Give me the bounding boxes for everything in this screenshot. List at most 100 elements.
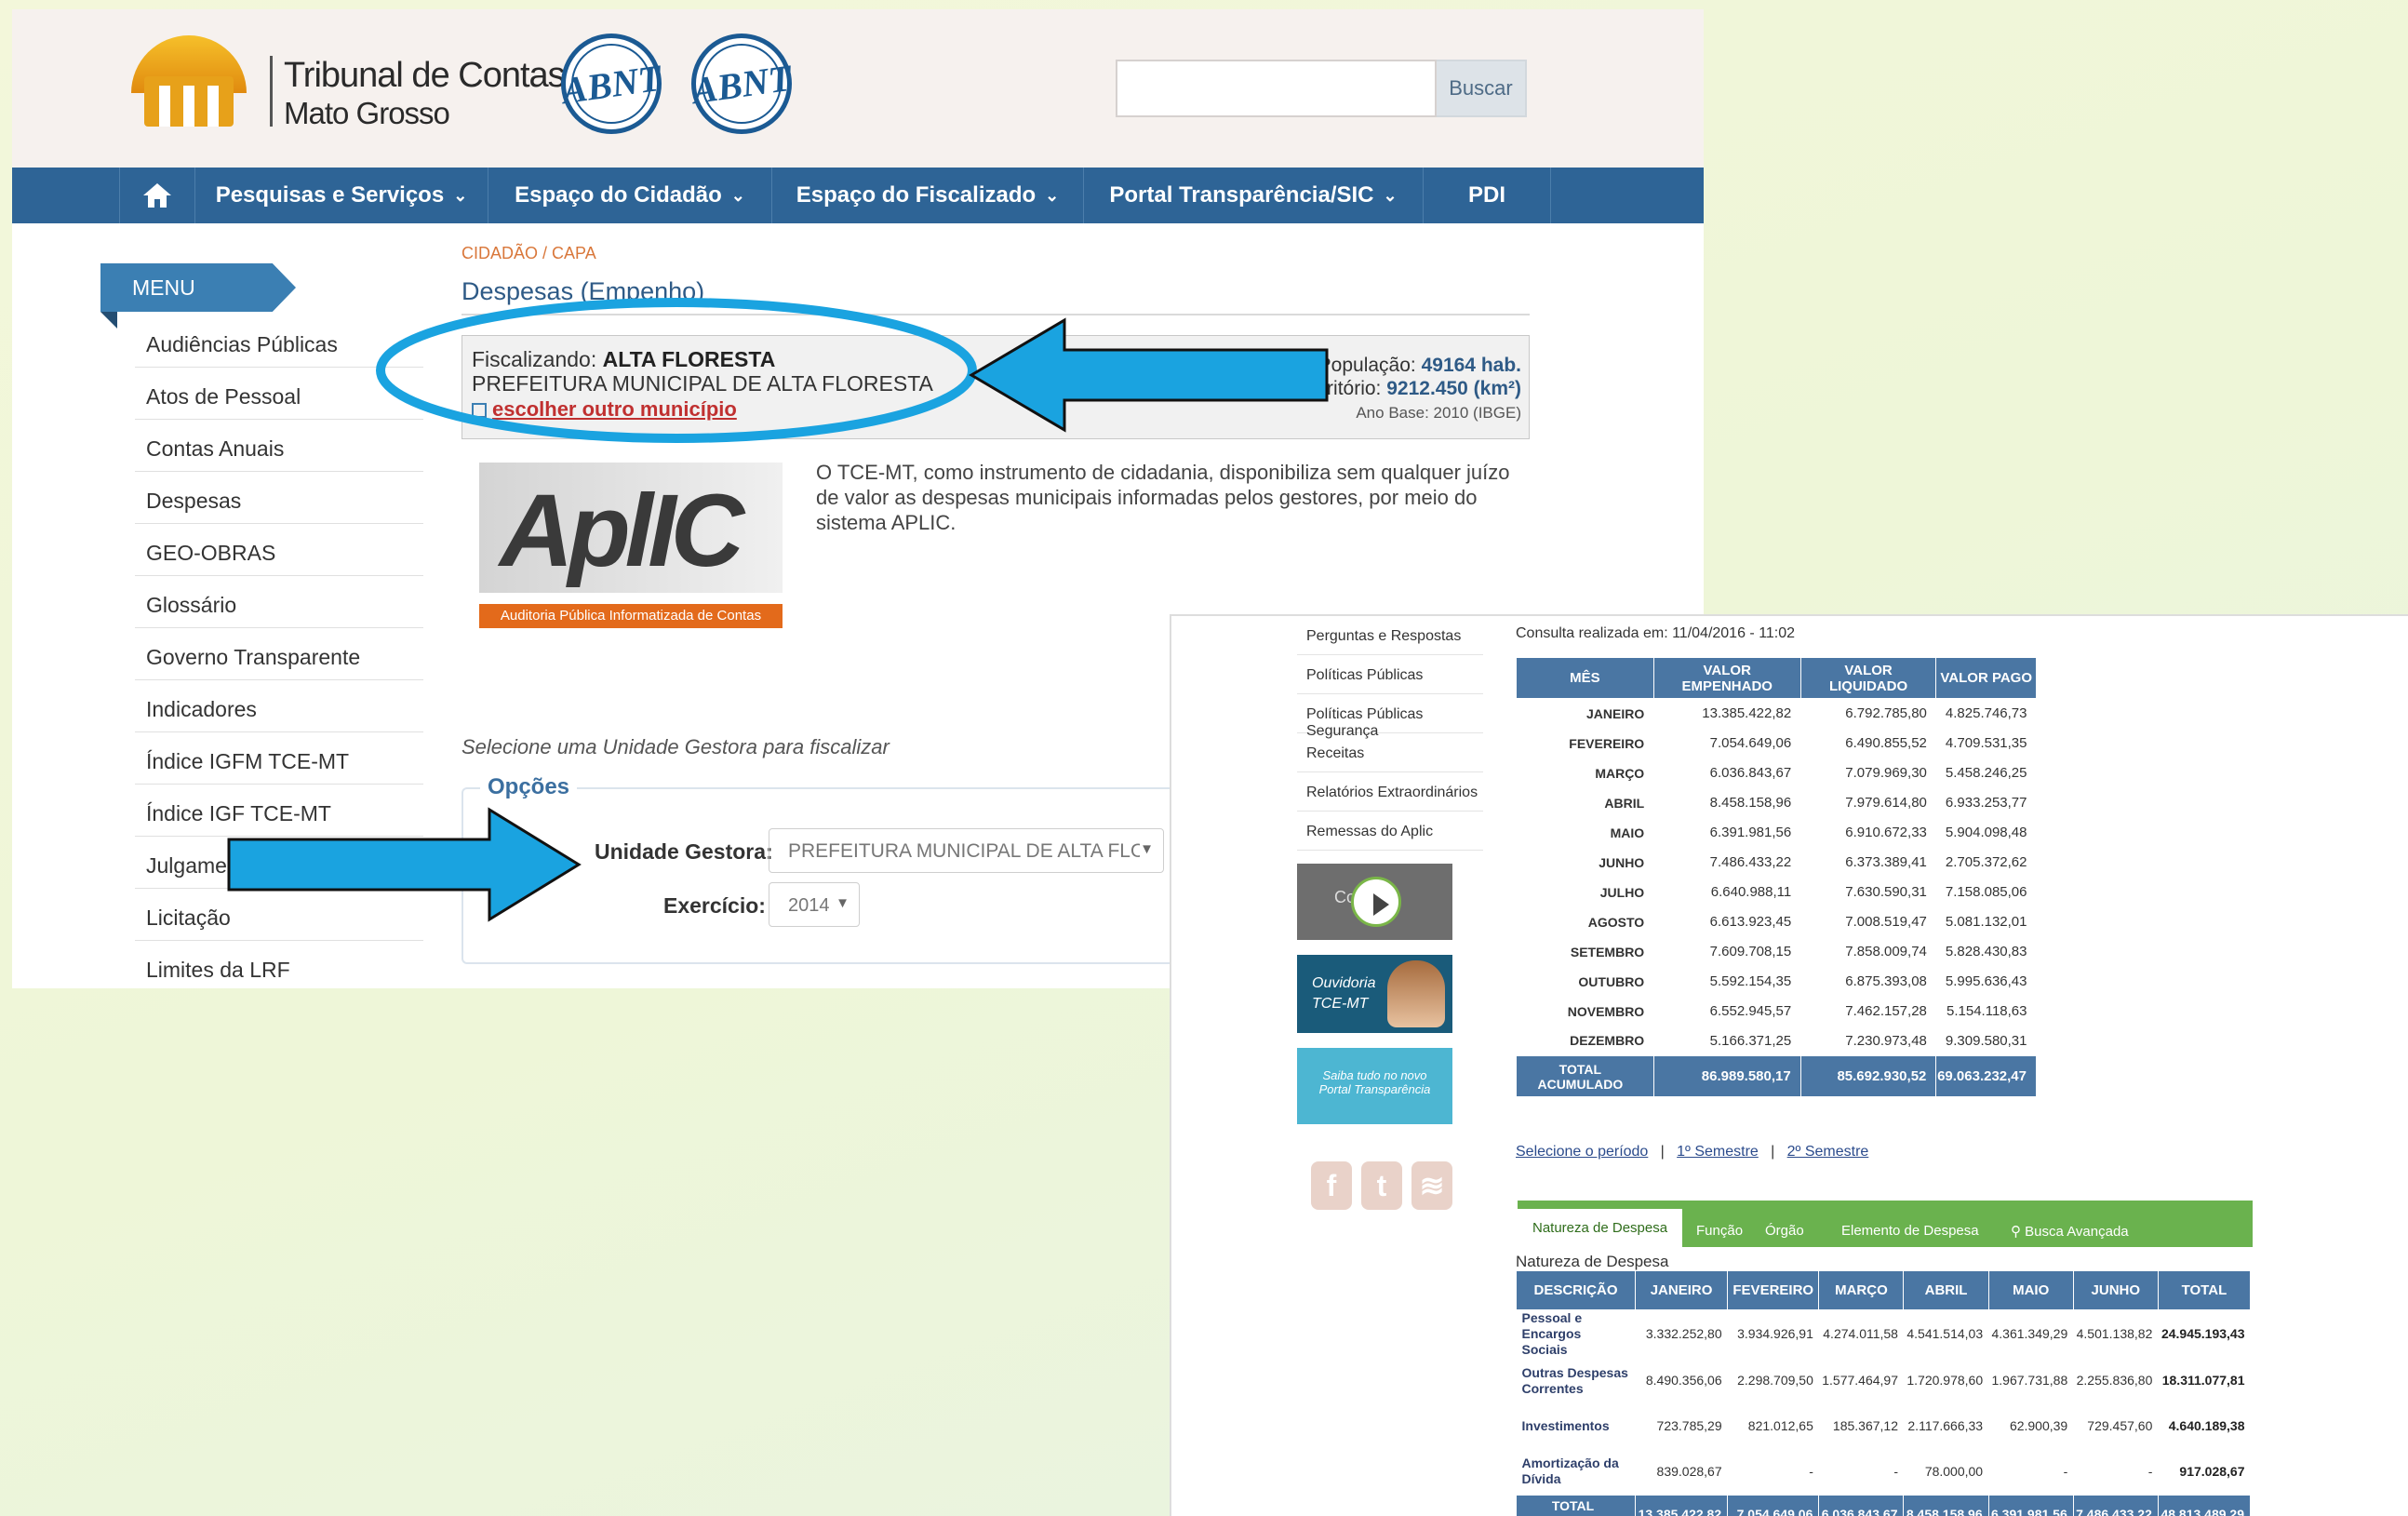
chevron-down-icon: ⌄ xyxy=(1383,185,1398,205)
twitter-icon[interactable]: t xyxy=(1361,1161,1402,1210)
col-header: DESCRIÇÃO xyxy=(1516,1270,1636,1310)
sidebar-item-igfm[interactable]: Índice IGFM TCE-MT xyxy=(135,732,423,785)
table-row: Investimentos 723.785,29 821.012,65 185.367… xyxy=(1521,1418,2245,1433)
home-icon xyxy=(143,183,171,208)
video-banner[interactable]: Co xyxy=(1297,864,1452,940)
side-item-perguntas[interactable]: Perguntas e Respostas xyxy=(1297,616,1483,655)
breadcrumb[interactable]: CIDADÃO / CAPA xyxy=(462,244,596,263)
year-label: Exercício: xyxy=(663,893,766,918)
col-header: VALOR LIQUIDADO xyxy=(1799,657,1937,699)
table-row: JULHO 6.640.988,11 7.630.590,31 7.158.085,0… xyxy=(1599,884,2027,900)
options-legend: Opções xyxy=(480,774,578,800)
select-period-link[interactable]: Selecione o período xyxy=(1516,1144,1648,1160)
tce-logo[interactable] xyxy=(131,35,252,133)
col-header: FEVEREIRO xyxy=(1727,1270,1820,1310)
table-row: Outras Despesas Correntes 8.490.356,06 2.2… xyxy=(1521,1364,2245,1396)
sidebar-item-licitacao[interactable]: Licitação xyxy=(135,889,423,941)
col-header: JANEIRO xyxy=(1634,1270,1729,1310)
sidebar-item-indicadores[interactable]: Indicadores xyxy=(135,680,423,732)
table-row: SETEMBRO 7.609.708,15 7.858.009,74 5.828.43… xyxy=(1570,944,2027,959)
home-button[interactable] xyxy=(119,168,195,223)
sidebar-item-contas-anuais[interactable]: Contas Anuais xyxy=(135,420,423,472)
col-header: TOTAL xyxy=(2157,1270,2252,1310)
population-info: População: 49164 hab. xyxy=(1318,355,1521,376)
brand-title: Tribunal de Contas xyxy=(284,56,566,95)
area-info: rritório: 9212.450 (km²) xyxy=(1320,378,1521,399)
abnt-seal-1: ABNT xyxy=(559,34,663,134)
sidebar-item-julgamentos[interactable]: Julgamen xyxy=(135,837,423,889)
operator-avatar xyxy=(1387,960,1445,1027)
nature-expenses-table: DESCRIÇÃO JANEIRO FEVEREIRO MARÇO ABRIL … xyxy=(1516,1270,2252,1516)
breakdown-tabs: Natureza de Despesa Função Órgão Element… xyxy=(1518,1201,2253,1247)
sidebar-item-atos-pessoal[interactable]: Atos de Pessoal xyxy=(135,368,423,420)
semester-2-link[interactable]: 2º Semestre xyxy=(1787,1144,1869,1160)
sidebar-menu: Audiências Públicas Atos de Pessoal Cont… xyxy=(135,315,423,988)
table-row: MAIO 6.391.981,56 6.910.672,33 5.904.098,48 xyxy=(1610,825,2027,840)
nav-fiscalizado[interactable]: Espaço do Fiscalizado ⌄ xyxy=(772,168,1084,223)
col-header: ABRIL xyxy=(1903,1270,1989,1310)
dropdown-arrow-icon: ▼ xyxy=(1140,841,1154,857)
play-icon[interactable] xyxy=(1351,877,1401,927)
search-button[interactable]: Buscar xyxy=(1437,60,1527,117)
title-divider xyxy=(462,314,1530,315)
tab-orgao[interactable]: Órgão xyxy=(1765,1212,1804,1247)
change-municipality-link[interactable]: escolher outro município xyxy=(472,397,737,422)
tab-natureza[interactable]: Natureza de Despesa xyxy=(1518,1206,1683,1247)
ouvidoria-banner[interactable]: Ouvidoria TCE-MT xyxy=(1297,955,1452,1033)
table-row: Pessoal e Encargos Sociais 3.332.252,80 3.… xyxy=(1521,1310,2245,1357)
rss-icon[interactable]: ≋ xyxy=(1411,1161,1452,1210)
aplic-description: O TCE-MT, como instrumento de cidadania,… xyxy=(816,461,1510,534)
search-icon: ⚲ xyxy=(2011,1224,2021,1240)
sidebar-item-igf[interactable]: Índice IGF TCE-MT xyxy=(135,785,423,837)
nature-label: Natureza de Despesa xyxy=(1516,1253,1669,1270)
nav-transparencia[interactable]: Portal Transparência/SIC ⌄ xyxy=(1084,168,1424,223)
fiscal-entity: PREFEITURA MUNICIPAL DE ALTA FLORESTA xyxy=(472,371,933,396)
col-header: MÊS xyxy=(1516,657,1654,699)
nav-cidadao[interactable]: Espaço do Cidadão ⌄ xyxy=(488,168,772,223)
sidebar-item-audiencias[interactable]: Audiências Públicas xyxy=(135,315,423,368)
monthly-expenses-table: MÊS VALOR EMPENHADO VALOR LIQUIDADO VALO… xyxy=(1516,657,2037,1097)
unit-select[interactable]: PREFEITURA MUNICIPAL DE ALTA FLOI ▼ xyxy=(769,828,1164,873)
year-select[interactable]: 2014 ▼ xyxy=(769,882,860,927)
side-item-politicas[interactable]: Políticas Públicas xyxy=(1297,655,1483,694)
tab-busca-avancada[interactable]: ⚲ Busca Avançada xyxy=(2011,1212,2129,1247)
side-item-remessas[interactable]: Remessas do Aplic xyxy=(1297,812,1483,851)
tab-elemento[interactable]: Elemento de Despesa xyxy=(1841,1212,1979,1247)
fiscal-info-box: Fiscalizando: ALTA FLORESTA PREFEITURA M… xyxy=(462,335,1530,439)
table-row: Amortização da Dívida 839.028,67- -78.000,… xyxy=(1521,1456,2245,1487)
sidebar-item-glossario[interactable]: Glossário xyxy=(135,576,423,628)
sidebar-item-geo-obras[interactable]: GEO-OBRAS xyxy=(135,524,423,576)
chevron-down-icon: ⌄ xyxy=(453,185,468,205)
menu-title: MENU xyxy=(100,263,296,312)
col-header: VALOR PAGO xyxy=(1935,657,2037,699)
table-total-row: TOTAL ACUMULADO13.385.422,827.054.649,06… xyxy=(1516,1494,2252,1516)
nav-pesquisas[interactable]: Pesquisas e Serviços ⌄ xyxy=(195,168,488,223)
sidebar-item-governo-transparente[interactable]: Governo Transparente xyxy=(135,628,423,680)
search-input[interactable] xyxy=(1116,60,1437,117)
col-header: VALOR EMPENHADO xyxy=(1652,657,1801,699)
period-selector: Selecione o período | 1º Semestre | 2º S… xyxy=(1516,1144,1869,1160)
page-title: Despesas (Empenho) xyxy=(462,277,705,305)
table-row: OUTUBRO 5.592.154,35 6.875.393,08 5.995.636… xyxy=(1578,973,2027,989)
portal-banner[interactable]: Saiba tudo no novo Portal Transparência xyxy=(1297,1048,1452,1124)
tab-funcao[interactable]: Função xyxy=(1696,1212,1743,1247)
table-row: DEZEMBRO 5.166.371,25 7.230.973,48 9.309.58… xyxy=(1570,1032,2027,1049)
table-row: FEVEREIRO 7.054.649,06 6.490.855,52 4.709.5… xyxy=(1569,735,2027,751)
brand-divider xyxy=(270,56,273,127)
nav-pdi[interactable]: PDI xyxy=(1424,168,1551,223)
side-item-politicas-seguranca[interactable]: Políticas Públicas Segurança xyxy=(1297,694,1483,739)
col-header: MAIO xyxy=(1987,1270,2074,1310)
semester-1-link[interactable]: 1º Semestre xyxy=(1677,1144,1759,1160)
aplic-logo: AplIC Auditoria Pública Informatizada de… xyxy=(479,463,783,634)
chevron-down-icon: ⌄ xyxy=(1045,185,1060,205)
table-total-row: TOTAL ACUMULADO 86.989.580,17 85.692.930,5… xyxy=(1516,1055,2037,1097)
table-row: NOVEMBRO 6.552.945,57 7.462.157,28 5.154.11… xyxy=(1567,1003,2027,1019)
external-link-icon xyxy=(472,403,487,419)
facebook-icon[interactable]: f xyxy=(1311,1161,1352,1210)
chevron-down-icon: ⌄ xyxy=(730,185,745,205)
side-item-relatorios[interactable]: Relatórios Extraordinários xyxy=(1297,772,1483,812)
sidebar-item-despesas[interactable]: Despesas xyxy=(135,472,423,524)
menu-ribbon-fold xyxy=(100,312,117,329)
sidebar-item-limites-lrf[interactable]: Limites da LRF xyxy=(135,941,423,988)
col-header: MARÇO xyxy=(1818,1270,1905,1310)
